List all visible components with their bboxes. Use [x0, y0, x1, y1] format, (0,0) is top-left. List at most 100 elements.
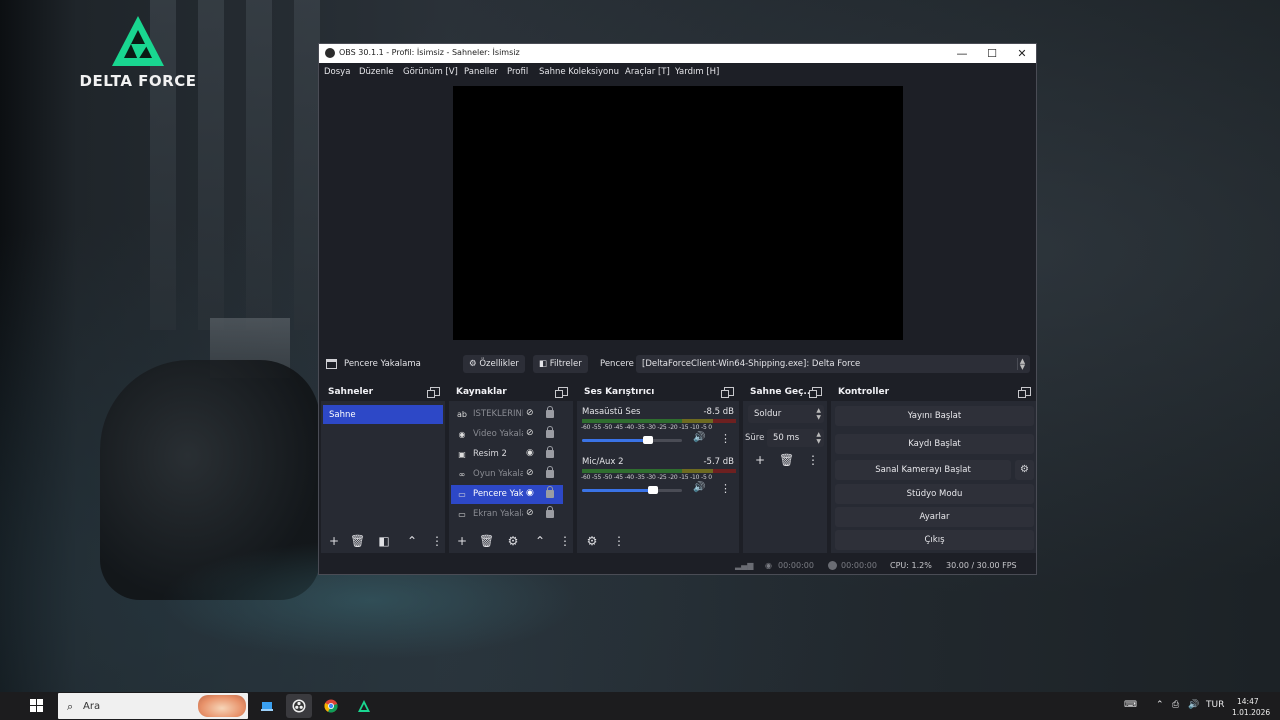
minimize-button[interactable]: — [947, 45, 977, 62]
menu-sahne-koleksiyonu[interactable]: Sahne Koleksiyonu [539, 67, 619, 77]
transitions-dock: Sahne Geç... Soldur ▲ ▼ Süre 50 ms ▲ ▼ + 🗑… [743, 381, 827, 553]
menu-dosya[interactable]: Dosya [324, 67, 350, 77]
stream-time: 00:00:00 [778, 561, 814, 570]
volume-slider[interactable] [582, 436, 682, 444]
menu-yardim[interactable]: Yardım [H] [675, 67, 719, 77]
undock-icon[interactable] [1018, 387, 1031, 398]
eye-hidden-icon[interactable]: ⊘ [526, 508, 534, 518]
taskbar-app-chrome[interactable] [318, 694, 344, 718]
start-recording-button[interactable]: Kaydı Başlat [835, 434, 1034, 454]
undock-icon[interactable] [555, 387, 568, 398]
language-indicator[interactable]: TUR [1206, 700, 1224, 710]
menu-araclar[interactable]: Araçlar [T] [625, 67, 670, 77]
undock-icon[interactable] [809, 387, 822, 398]
scenes-toolbar: + 🗑 ◧ ⌃ ⋮ [321, 529, 445, 553]
chevron-up-icon[interactable]: ⌃ [1156, 700, 1164, 710]
properties-label: Özellikler [479, 359, 519, 369]
scenes-dock: Sahneler Sahne + 🗑 ◧ ⌃ ⋮ [321, 381, 445, 553]
virtual-camera-settings-icon[interactable]: ⚙ [1015, 460, 1034, 480]
menu-paneller[interactable]: Paneller [464, 67, 498, 77]
maximize-button[interactable]: ☐ [977, 45, 1007, 62]
speaker-tray-icon[interactable]: 🔊 [1188, 700, 1199, 710]
keyboard-icon[interactable]: ⌨ [1124, 700, 1137, 710]
window-select[interactable]: [DeltaForceClient-Win64-Shipping.exe]: D… [636, 355, 1030, 373]
add-icon[interactable]: + [753, 453, 767, 467]
clock-time[interactable]: 14:47 [1237, 697, 1259, 706]
source-item[interactable]: ◉ Video Yakala ⊘ [451, 425, 563, 444]
start-virtual-camera-button[interactable]: Sanal Kamerayı Başlat [835, 460, 1011, 480]
volume-slider-handle[interactable] [643, 436, 653, 444]
channel-name: Masaüstü Ses [582, 407, 641, 417]
advanced-audio-icon[interactable]: ⚙ [585, 534, 599, 548]
add-icon[interactable]: + [327, 534, 341, 548]
eye-hidden-icon[interactable]: ⊘ [526, 468, 534, 478]
taskbar-search[interactable]: ⌕ Ara [58, 693, 248, 719]
eye-icon[interactable]: ◉ [526, 488, 534, 498]
scene-filter-icon[interactable]: ◧ [377, 534, 391, 548]
source-item[interactable]: ▭ Ekran Yakala ⊘ [451, 505, 563, 524]
lock-icon[interactable] [546, 426, 554, 438]
settings-button[interactable]: Ayarlar [835, 507, 1034, 527]
taskbar-app-delta-force[interactable] [351, 694, 377, 718]
spin-arrows-icon[interactable]: ▲ ▼ [816, 431, 821, 445]
undock-icon[interactable] [721, 387, 734, 398]
gear-icon: ⚙ [469, 359, 477, 369]
gear-icon[interactable]: ⚙ [506, 534, 520, 548]
transitions-dock-header: Sahne Geç... [743, 381, 827, 401]
obs-titlebar[interactable]: OBS 30.1.1 - Profil: İsimsiz - Sahneler:… [319, 44, 1036, 63]
add-icon[interactable]: + [455, 534, 469, 548]
sources-dock: Kaynaklar ab İSTEKLERİNİ ⊘ ◉ Video Yakal… [449, 381, 573, 553]
eye-hidden-icon[interactable]: ⊘ [526, 428, 534, 438]
delta-force-logo-text: DELTA FORCE [79, 72, 197, 90]
source-item[interactable]: ▣ Resim 2 ◉ [451, 445, 563, 464]
eye-hidden-icon[interactable]: ⊘ [526, 408, 534, 418]
trash-icon[interactable]: 🗑 [779, 453, 794, 467]
transitions-dock-title: Sahne Geç... [750, 387, 814, 397]
taskbar-app-laptop[interactable] [254, 694, 280, 718]
source-item-selected[interactable]: ▭ Pencere Yak ◉ [451, 485, 563, 504]
more-icon[interactable]: ⋮ [720, 482, 731, 495]
menu-profil[interactable]: Profil [507, 67, 528, 77]
filters-button[interactable]: ◧ Filtreler [533, 355, 588, 373]
lock-icon[interactable] [546, 406, 554, 418]
move-up-icon[interactable]: ⌃ [533, 534, 547, 548]
taskbar-app-obs[interactable] [286, 694, 312, 718]
volume-slider[interactable] [582, 486, 682, 494]
exit-button[interactable]: Çıkış [835, 530, 1034, 550]
windows-start-icon[interactable] [30, 699, 44, 713]
more-icon[interactable]: ⋮ [430, 534, 444, 548]
network-tray-icon[interactable]: ⎙ [1172, 700, 1179, 710]
properties-button[interactable]: ⚙ Özellikler [463, 355, 525, 373]
trash-icon[interactable]: 🗑 [479, 534, 494, 548]
close-button[interactable]: ✕ [1007, 45, 1037, 62]
source-item[interactable]: ab İSTEKLERİNİ ⊘ [451, 405, 563, 424]
menu-gorunum[interactable]: Görünüm [V] [403, 67, 458, 77]
scene-item[interactable]: Sahne [323, 405, 443, 424]
start-streaming-button[interactable]: Yayını Başlat [835, 406, 1034, 426]
undock-icon[interactable] [427, 387, 440, 398]
transition-select[interactable]: Soldur ▲ ▼ [748, 405, 824, 423]
speaker-icon[interactable]: 🔊 [693, 432, 705, 443]
meter-scale: -60 -55 -50 -45 -40 -35 -30 -25 -20 -15 … [581, 424, 712, 431]
studio-mode-button[interactable]: Stüdyo Modu [835, 484, 1034, 504]
more-icon[interactable]: ⋮ [720, 432, 731, 445]
laptop-icon [261, 702, 273, 711]
move-up-icon[interactable]: ⌃ [405, 534, 419, 548]
program-preview[interactable] [453, 86, 903, 340]
duration-input[interactable]: 50 ms ▲ ▼ [767, 429, 824, 447]
clock-date[interactable]: 1.01.2026 [1232, 708, 1270, 717]
menu-duzenle[interactable]: Düzenle [359, 67, 394, 77]
lock-icon[interactable] [546, 466, 554, 478]
lock-icon[interactable] [546, 506, 554, 518]
lock-icon[interactable] [546, 486, 554, 498]
trash-icon[interactable]: 🗑 [350, 534, 365, 548]
lock-icon[interactable] [546, 446, 554, 458]
wall-decoration [246, 0, 272, 330]
source-item[interactable]: ∞ Oyun Yakala ⊘ [451, 465, 563, 484]
volume-slider-handle[interactable] [648, 486, 658, 494]
eye-icon[interactable]: ◉ [526, 448, 534, 458]
more-icon[interactable]: ⋮ [806, 453, 820, 467]
more-icon[interactable]: ⋮ [558, 534, 572, 548]
more-icon[interactable]: ⋮ [612, 534, 626, 548]
speaker-icon[interactable]: 🔊 [693, 482, 705, 493]
